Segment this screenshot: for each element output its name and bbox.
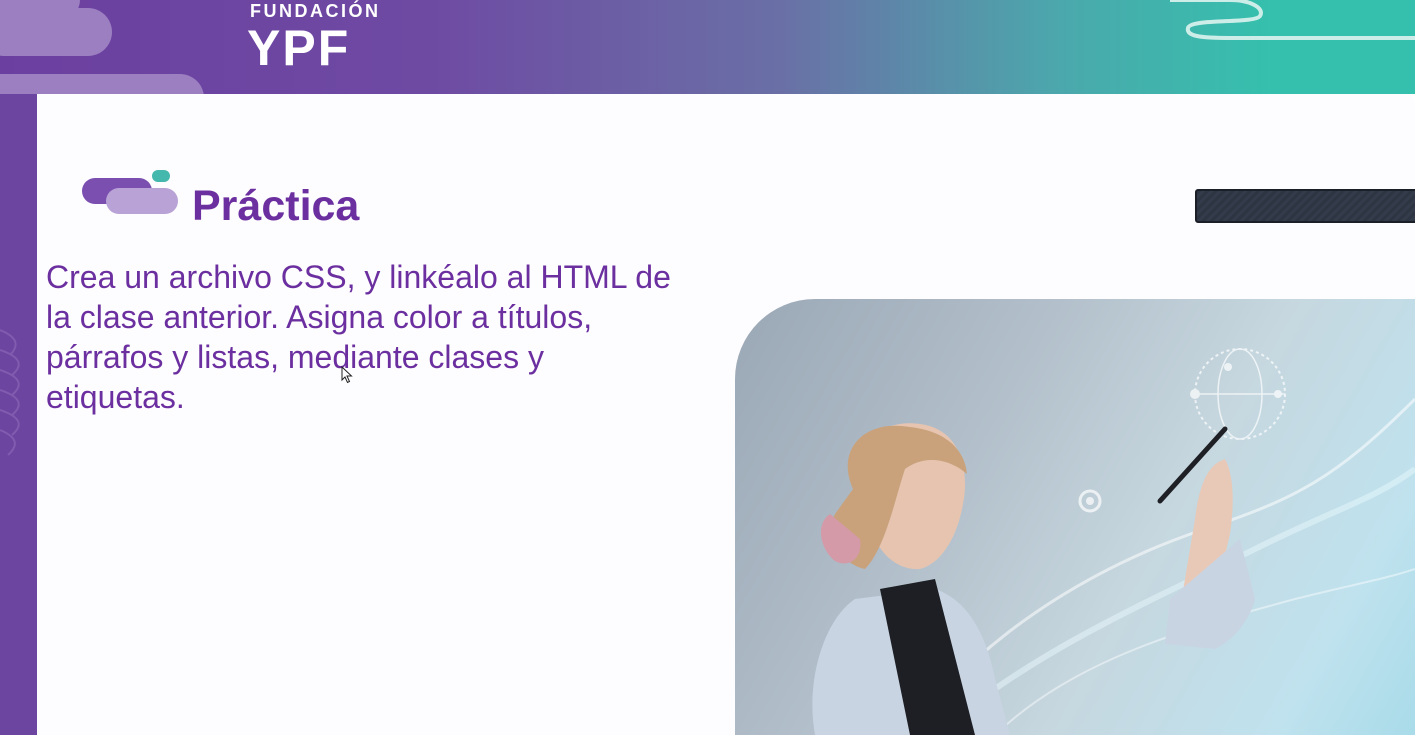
logo-fundacion-text: FUNDACIÓN <box>250 1 381 21</box>
dark-banner-bar <box>1195 189 1415 223</box>
cloud-pills-icon <box>82 170 178 214</box>
woman-technology-photo <box>735 299 1415 735</box>
logo-ypf-text: YPF <box>247 20 351 76</box>
swirl-line-icon <box>1170 0 1415 40</box>
header-banner: FUNDACIÓN YPF <box>0 0 1415 94</box>
mouse-pointer-icon <box>341 366 353 384</box>
wave-dots-decoration <box>0 329 20 456</box>
header-cloud-decoration <box>0 8 112 56</box>
slide-body-text: Crea un archivo CSS, y linkéalo al HTML … <box>46 259 671 415</box>
slide-title: Práctica <box>192 182 360 230</box>
